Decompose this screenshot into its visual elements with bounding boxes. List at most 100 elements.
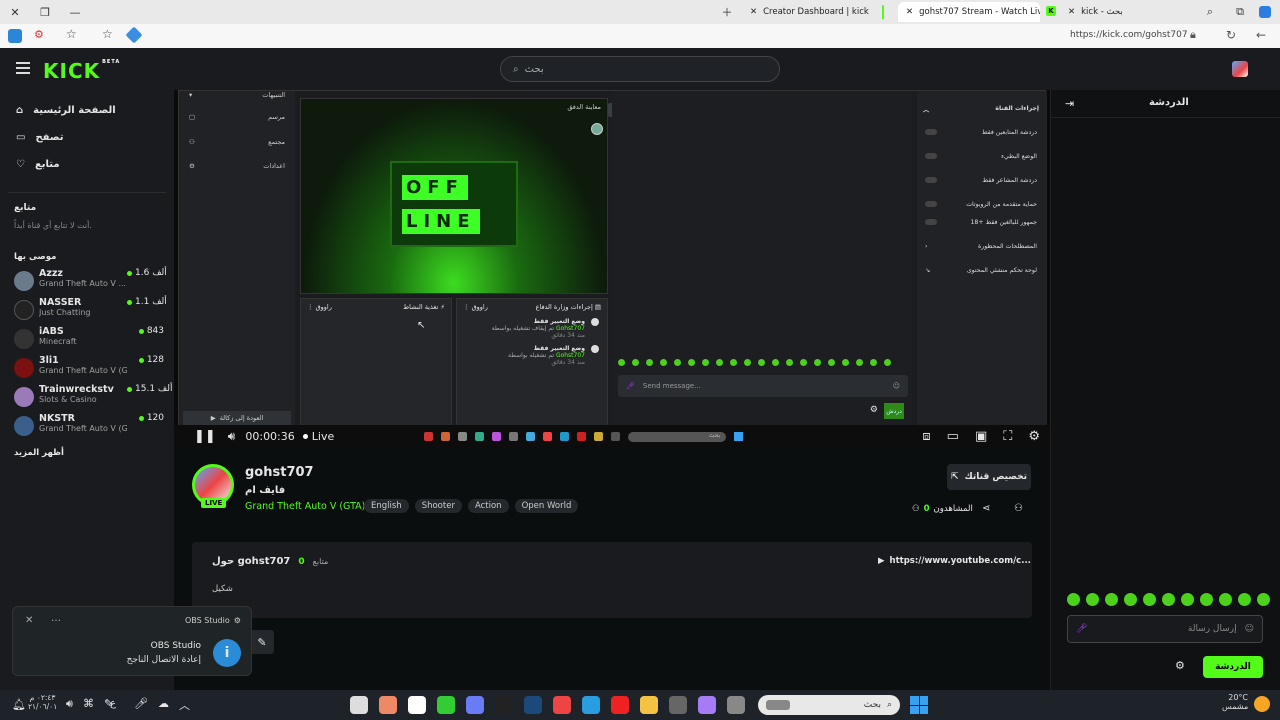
- taskbar-search[interactable]: بحث ⌕: [758, 695, 900, 715]
- emote-icon[interactable]: [828, 359, 835, 366]
- discord-icon[interactable]: [466, 696, 484, 714]
- capcut-icon[interactable]: [408, 696, 426, 714]
- pip-icon[interactable]: ▣: [975, 429, 987, 444]
- emote-icon[interactable]: [646, 359, 653, 366]
- emote-icon[interactable]: [758, 359, 765, 366]
- emote-icon[interactable]: [842, 359, 849, 366]
- emote-icon[interactable]: [702, 359, 709, 366]
- emote-icon[interactable]: [856, 359, 863, 366]
- close-tab-icon[interactable]: ✕: [750, 7, 757, 17]
- emote-icon[interactable]: [660, 359, 667, 366]
- xbox-icon[interactable]: [437, 696, 455, 714]
- sidebar-item-following[interactable]: ♡ متابع: [0, 151, 174, 178]
- obs-icon[interactable]: [350, 696, 368, 714]
- chat-settings-icon[interactable]: ⚙: [1175, 659, 1185, 672]
- sidebar-channel[interactable]: 3li1 Grand Theft Auto V (G... 128: [0, 355, 174, 384]
- tag-icon[interactable]: [125, 26, 143, 44]
- emote-icon[interactable]: [1143, 593, 1156, 606]
- tab-gohst707-stream[interactable]: ✕ gohst707 Stream - Watch Live on: [898, 2, 1040, 22]
- tag[interactable]: Shooter: [414, 499, 462, 513]
- taskview-icon[interactable]: [727, 696, 745, 714]
- chat-message-input[interactable]: 🎤︎ إرسال رسالة ☺: [1067, 615, 1263, 643]
- youtube-link[interactable]: ▶ https://www.youtube.com/c...: [878, 556, 1031, 566]
- chat-send-button[interactable]: الدردشة: [1203, 656, 1263, 678]
- emote-icon[interactable]: [674, 359, 681, 366]
- network-icon[interactable]: ⌘: [83, 697, 94, 711]
- copilot-icon[interactable]: [698, 696, 716, 714]
- sidebar-channel[interactable]: iABS Minecraft 843: [0, 326, 174, 355]
- back-icon[interactable]: ←: [1256, 28, 1266, 42]
- edge-icon[interactable]: [1250, 0, 1280, 24]
- chrome-icon[interactable]: [553, 696, 571, 714]
- pause-icon[interactable]: ❚❚: [194, 429, 216, 444]
- emote-icon[interactable]: [1200, 593, 1213, 606]
- cloud-icon[interactable]: ☁: [158, 697, 169, 713]
- edit-icon[interactable]: ✎: [250, 630, 274, 654]
- new-tab-icon[interactable]: ＋: [712, 0, 742, 24]
- language-indicator[interactable]: ع: [110, 698, 116, 709]
- collapse-chat-icon[interactable]: ⇥: [1065, 97, 1074, 110]
- settings-icon[interactable]: ⚙: [1028, 429, 1040, 444]
- refresh-icon[interactable]: ↻: [1226, 28, 1236, 42]
- menu-icon[interactable]: [16, 62, 30, 74]
- minimize-window-icon[interactable]: —: [60, 0, 90, 24]
- emote-icon[interactable]: [1181, 593, 1194, 606]
- close-tab-icon[interactable]: ✕: [1068, 7, 1075, 17]
- emote-icon[interactable]: [618, 359, 625, 366]
- sidebar-item-home[interactable]: ⌂ الصفحة الرئيسية: [0, 97, 174, 124]
- tag[interactable]: Action: [467, 499, 509, 513]
- theatre-icon[interactable]: ▭: [947, 429, 959, 444]
- emote-icon[interactable]: [1238, 593, 1251, 606]
- steam-icon[interactable]: [524, 696, 542, 714]
- sidebar-item-browse[interactable]: ▭ تصفح: [0, 124, 174, 151]
- start-button[interactable]: [910, 696, 928, 714]
- youtube-icon[interactable]: [611, 696, 629, 714]
- chevron-up-icon[interactable]: ︿: [179, 697, 190, 713]
- edge-icon[interactable]: [582, 696, 600, 714]
- search-input[interactable]: ⌕ بحث: [500, 56, 780, 82]
- kick-logo[interactable]: KICK BETA: [43, 59, 120, 83]
- category-link[interactable]: Grand Theft Auto V (GTA): [245, 501, 365, 512]
- emote-icon[interactable]: [1162, 593, 1175, 606]
- extension-icon[interactable]: ⚙: [34, 28, 44, 41]
- sidebar-channel[interactable]: NKSTR Grand Theft Auto V (G... 120: [0, 413, 174, 442]
- emote-icon[interactable]: [1105, 593, 1118, 606]
- weather[interactable]: 20°C مشمس: [1222, 693, 1248, 711]
- emote-icon[interactable]: [870, 359, 877, 366]
- microphone-icon[interactable]: 🎤︎: [1076, 624, 1087, 634]
- sidebar-channel[interactable]: Trainwreckstv Slots & Casino 15.1 ألف: [0, 384, 174, 413]
- emote-icon[interactable]: [772, 359, 779, 366]
- url-text[interactable]: https://kick.com/gohst707: [1070, 30, 1188, 40]
- favorite-icon[interactable]: ☆: [102, 27, 113, 41]
- emote-icon[interactable]: [1086, 593, 1099, 606]
- explorer-icon[interactable]: [640, 696, 658, 714]
- show-more-link[interactable]: أظهر المزيد: [0, 442, 174, 464]
- emote-icon[interactable]: [716, 359, 723, 366]
- clock[interactable]: ٠٢:٤٣ م ٢١/٠٦/٠١: [28, 693, 57, 711]
- store-icon[interactable]: [669, 696, 687, 714]
- notifications-icon[interactable]: 🔔︎: [12, 698, 26, 711]
- close-notification-icon[interactable]: ✕: [25, 615, 33, 626]
- search-tabs-icon[interactable]: ⌕: [1195, 0, 1225, 24]
- volume-icon[interactable]: 🔊︎: [66, 697, 73, 711]
- streamer-name[interactable]: gohst707: [245, 465, 314, 480]
- tab-creator-dashboard[interactable]: ✕ Creator Dashboard | kick: [742, 2, 882, 22]
- emoji-icon[interactable]: ☺: [1245, 624, 1254, 634]
- microphone-icon[interactable]: 🎤︎: [134, 697, 148, 713]
- user-avatar[interactable]: [1232, 61, 1248, 77]
- miniplayer-icon[interactable]: ⧈: [922, 429, 930, 444]
- sidebar-channel[interactable]: Azzz Grand Theft Auto V ... 1.6 ألف: [0, 268, 174, 297]
- emote-icon[interactable]: [744, 359, 751, 366]
- epic-icon[interactable]: [495, 696, 513, 714]
- more-options-icon[interactable]: …: [51, 613, 61, 624]
- copilot-icon[interactable]: [8, 29, 22, 43]
- obs-notification[interactable]: ✕ … OBS Studio ⚙ OBS Studio إعادة الاتصال…: [12, 606, 252, 676]
- restore-window-icon[interactable]: ❐: [30, 0, 60, 24]
- emote-icon[interactable]: [814, 359, 821, 366]
- emote-icon[interactable]: [730, 359, 737, 366]
- customize-channel-button[interactable]: ⇱ تخصيص قناتك: [947, 464, 1031, 490]
- emote-icon[interactable]: [632, 359, 639, 366]
- collections-icon[interactable]: ☆: [66, 27, 77, 41]
- emote-icon[interactable]: [786, 359, 793, 366]
- emote-icon[interactable]: [1124, 593, 1137, 606]
